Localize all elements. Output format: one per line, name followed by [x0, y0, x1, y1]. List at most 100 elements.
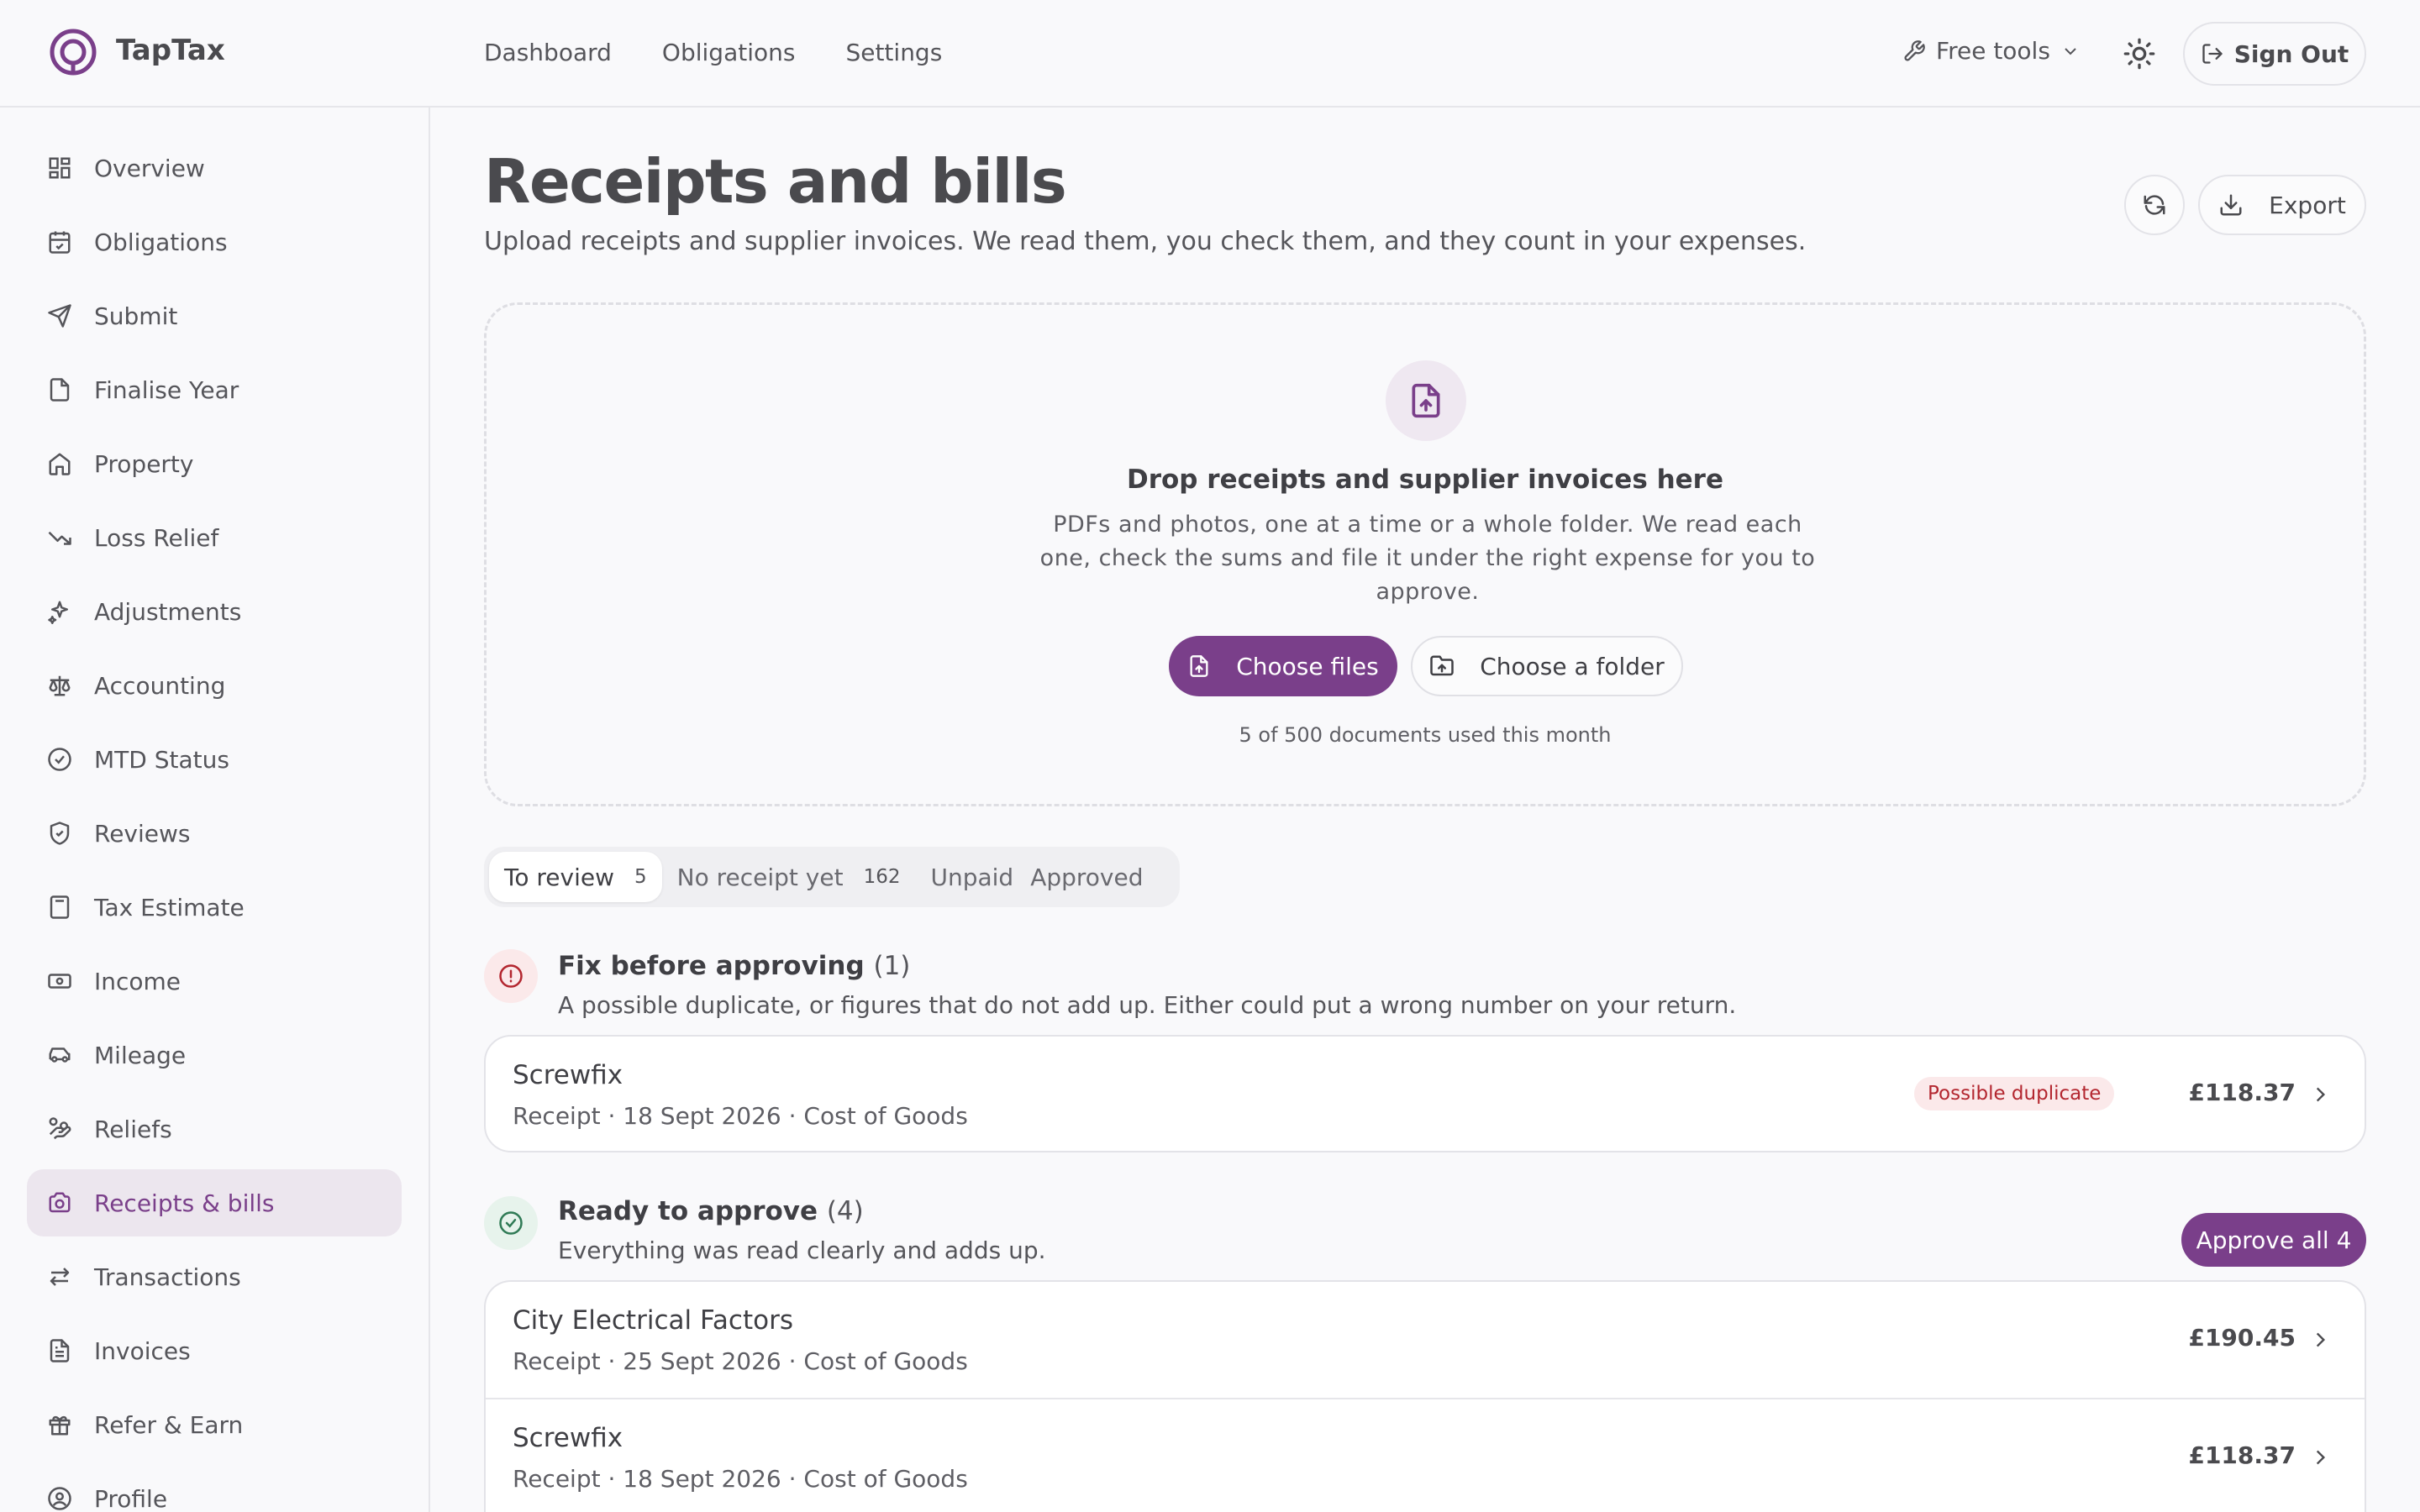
choose-folder-button[interactable]: Choose a folder — [1411, 636, 1683, 696]
arrows-icon — [50, 1268, 70, 1286]
sidebar-item-label: Income — [94, 967, 182, 995]
tab-unpaid[interactable]: Unpaid — [915, 852, 1028, 902]
ready-section-title: Ready to approve (4) — [558, 1196, 864, 1226]
sidebar-item-label: Transactions — [94, 1263, 241, 1291]
fix-list: Screwfix Receipt · 18 Sept 2026 · Cost o… — [484, 1035, 2366, 1152]
tab-count: 5 — [634, 866, 647, 888]
free-tools-dropdown[interactable]: Free tools — [1902, 37, 2081, 65]
ready-section-desc: Everything was read clearly and adds up. — [558, 1236, 1046, 1264]
possible-duplicate-badge: Possible duplicate — [1914, 1077, 2115, 1110]
hand-coins-icon — [49, 1117, 71, 1140]
home-icon — [49, 453, 71, 475]
sign-out-label: Sign Out — [2233, 39, 2349, 68]
ready-section-count: (4) — [826, 1196, 864, 1226]
sidebar-item-label: Adjustments — [94, 597, 242, 626]
sidebar-item-receipts-bills[interactable]: Receipts & bills — [27, 1169, 402, 1236]
tab-label: To review — [504, 863, 614, 891]
topnav-obligations[interactable]: Obligations — [662, 39, 796, 66]
sidebar-item-reliefs[interactable]: Reliefs — [27, 1095, 402, 1163]
sidebar: Overview Obligations Submit Finalise Yea… — [0, 108, 430, 1512]
sidebar-item-reviews[interactable]: Reviews — [27, 800, 402, 867]
status-tabs: To review 5 No receipt yet 162 Unpaid Ap… — [484, 847, 1180, 907]
list-item[interactable]: Screwfix Receipt · 18 Sept 2026 · Cost o… — [486, 1398, 2365, 1512]
sidebar-item-label: Tax Estimate — [94, 893, 245, 921]
file-icon — [50, 378, 70, 402]
sidebar-item-loss-relief[interactable]: Loss Relief — [27, 504, 402, 571]
choose-folder-label: Choose a folder — [1480, 652, 1665, 680]
item-amount: £118.37 — [2188, 1441, 2296, 1469]
refresh-button[interactable] — [2124, 175, 2185, 235]
sidebar-item-refer-earn[interactable]: Refer & Earn — [27, 1391, 402, 1458]
banknote-icon — [48, 974, 71, 989]
export-button[interactable]: Export — [2198, 175, 2366, 235]
chevron-right-icon — [2316, 1450, 2326, 1465]
fix-section-desc: A possible duplicate, or figures that do… — [558, 991, 1737, 1019]
list-item[interactable]: City Electrical Factors Receipt · 25 Sep… — [486, 1282, 2365, 1398]
sidebar-item-label: Refer & Earn — [94, 1410, 244, 1439]
chevron-down-icon — [2065, 47, 2076, 55]
sidebar-item-accounting[interactable]: Accounting — [27, 652, 402, 719]
sidebar-item-label: Receipts & bills — [94, 1189, 275, 1217]
sidebar-item-tax-estimate[interactable]: Tax Estimate — [27, 874, 402, 941]
sidebar-item-overview[interactable]: Overview — [27, 134, 402, 202]
tab-approved[interactable]: Approved — [1028, 852, 1158, 902]
sidebar-item-invoices[interactable]: Invoices — [27, 1317, 402, 1384]
folder-upload-icon — [1430, 655, 1454, 676]
sidebar-item-label: Submit — [94, 302, 178, 330]
topnav-dashboard[interactable]: Dashboard — [484, 39, 612, 66]
chevron-right-icon — [2316, 1087, 2326, 1102]
approve-all-button[interactable]: Approve all 4 — [2181, 1213, 2366, 1267]
check-circle-icon — [48, 748, 71, 771]
page-title: Receipts and bills — [484, 146, 1067, 217]
item-meta: Receipt · 25 Sept 2026 · Cost of Goods — [513, 1347, 968, 1375]
sidebar-item-transactions[interactable]: Transactions — [27, 1243, 402, 1310]
sidebar-item-property[interactable]: Property — [27, 430, 402, 497]
usage-text: 5 of 500 documents used this month — [1239, 723, 1612, 747]
sidebar-item-finalise-year[interactable]: Finalise Year — [27, 356, 402, 423]
upload-dropzone[interactable]: Drop receipts and supplier invoices here… — [484, 302, 2366, 806]
camera-icon — [49, 1192, 71, 1213]
top-nav: Dashboard Obligations Settings — [484, 39, 942, 66]
car-icon — [49, 1047, 71, 1063]
sidebar-item-income[interactable]: Income — [27, 948, 402, 1015]
sparkles-icon — [48, 601, 68, 624]
list-item[interactable]: Screwfix Receipt · 18 Sept 2026 · Cost o… — [486, 1037, 2365, 1152]
grid-icon — [49, 157, 71, 179]
sidebar-item-adjustments[interactable]: Adjustments — [27, 578, 402, 645]
sidebar-item-mileage[interactable]: Mileage — [27, 1021, 402, 1089]
sidebar-item-mtd-status[interactable]: MTD Status — [27, 726, 402, 793]
fix-section-count: (1) — [873, 951, 911, 981]
sidebar-item-obligations[interactable]: Obligations — [27, 208, 402, 276]
theme-toggle-sun-icon[interactable] — [2123, 37, 2156, 71]
logout-icon — [2202, 44, 2223, 64]
dropzone-text: PDFs and photos, one at a time or a whol… — [1039, 512, 1816, 605]
user-circle-icon — [48, 1487, 71, 1510]
dropzone-title: Drop receipts and supplier invoices here — [1126, 465, 1723, 495]
tab-no-receipt-yet[interactable]: No receipt yet 162 — [662, 852, 916, 902]
scale-icon — [49, 675, 71, 696]
fix-section-title: Fix before approving (1) — [558, 951, 910, 981]
sidebar-item-submit[interactable]: Submit — [27, 282, 402, 349]
item-supplier: Screwfix — [513, 1423, 623, 1453]
choose-files-button[interactable]: Choose files — [1169, 636, 1397, 696]
trending-down-icon — [48, 531, 71, 545]
chevron-right-icon — [2316, 1332, 2326, 1347]
tab-label: Approved — [1030, 863, 1144, 891]
sidebar-item-label: Reliefs — [94, 1115, 172, 1143]
taptax-logo-icon[interactable] — [49, 28, 97, 76]
file-upload-icon — [1386, 360, 1466, 441]
page-subtitle: Upload receipts and supplier invoices. W… — [484, 227, 1807, 256]
brand-name[interactable]: TapTax — [116, 34, 225, 67]
sidebar-item-label: Invoices — [94, 1336, 191, 1365]
free-tools-label: Free tools — [1936, 37, 2050, 65]
sign-out-button[interactable]: Sign Out — [2183, 22, 2366, 86]
sidebar-item-profile[interactable]: Profile — [27, 1465, 402, 1512]
sidebar-item-label: Obligations — [94, 228, 228, 256]
shield-check-icon — [50, 822, 70, 845]
tab-to-review[interactable]: To review 5 — [489, 852, 662, 902]
wrench-icon — [1904, 39, 1925, 60]
topnav-settings[interactable]: Settings — [845, 39, 942, 66]
sidebar-item-label: Mileage — [94, 1041, 187, 1069]
ready-section-heading: Ready to approve — [558, 1196, 818, 1226]
download-icon — [2220, 194, 2242, 216]
